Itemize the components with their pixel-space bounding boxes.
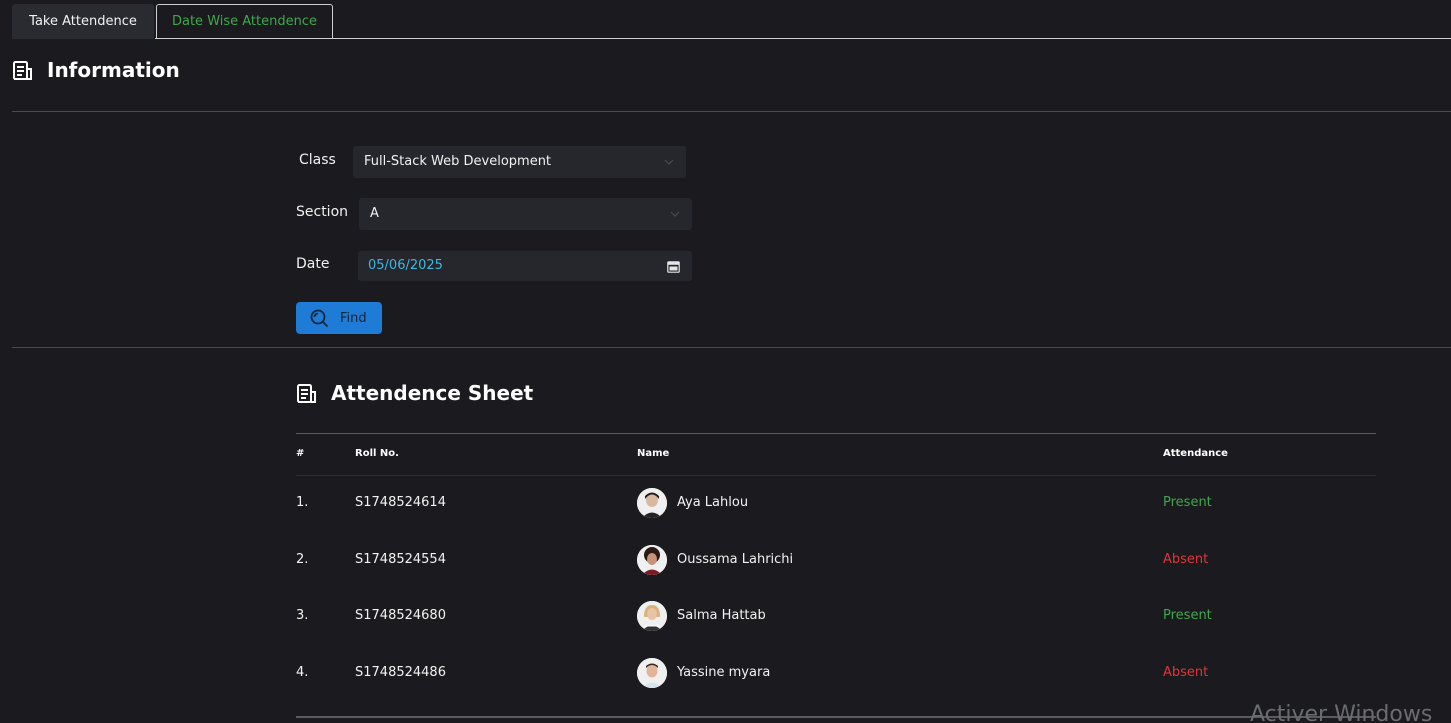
attendance-status: Present [1163, 608, 1212, 623]
attendance-status: Present [1163, 495, 1212, 510]
information-title: Information [47, 58, 180, 82]
column-header-roll: Roll No. [355, 448, 399, 459]
student-name-cell: Oussama Lahrichi [637, 540, 793, 580]
table-top-border [296, 433, 1376, 434]
date-input-value: 05/06/2025 [368, 258, 443, 273]
avatar [637, 488, 667, 518]
student-name: Oussama Lahrichi [677, 552, 794, 567]
windows-activation-watermark: Activer Windows [1250, 702, 1433, 723]
table-row: 1. S1748524614 Aya Lahlou Present [296, 483, 1376, 523]
avatar [637, 545, 667, 575]
attendance-status: Absent [1163, 552, 1209, 567]
find-button-label: Find [340, 310, 367, 326]
student-name-cell: Salma Hattab [637, 596, 766, 636]
row-number: 1. [296, 495, 309, 510]
section-label: Section [296, 204, 349, 220]
row-number: 3. [296, 608, 309, 623]
avatar [637, 601, 667, 631]
row-number: 2. [296, 552, 309, 567]
column-header-number: # [296, 448, 305, 459]
calendar-icon[interactable] [667, 260, 680, 273]
divider [12, 111, 1451, 112]
page: Take Attendence Date Wise Attendence Inf… [0, 0, 1451, 723]
table-row: 2. S1748524554 Oussama Lahrichi Absent [296, 540, 1376, 580]
tab-take-attendance[interactable]: Take Attendence [12, 4, 154, 39]
table-bottom-border [296, 716, 1376, 718]
chevron-down-icon [664, 159, 674, 165]
divider [12, 347, 1451, 348]
student-name-cell: Aya Lahlou [637, 483, 748, 523]
avatar [637, 658, 667, 688]
find-button[interactable]: Find [296, 302, 382, 334]
tabs-divider [155, 38, 1451, 39]
section-select[interactable]: A [359, 198, 692, 230]
student-name: Yassine myara [677, 665, 771, 680]
document-icon [296, 383, 317, 404]
column-header-attendance: Attendance [1163, 448, 1228, 459]
table-row: 3. S1748524680 Salma Hattab Present [296, 596, 1376, 636]
table-row: 4. S1748524486 Yassine myara Absent [296, 653, 1376, 693]
student-name: Salma Hattab [677, 608, 766, 623]
tab-bar: Take Attendence Date Wise Attendence [12, 4, 333, 39]
roll-number: S1748524554 [355, 552, 446, 567]
attendance-status: Absent [1163, 665, 1209, 680]
student-name-cell: Yassine myara [637, 653, 770, 693]
roll-number: S1748524486 [355, 665, 446, 680]
search-icon [310, 309, 329, 327]
row-number: 4. [296, 665, 309, 680]
roll-number: S1748524680 [355, 608, 446, 623]
tab-date-wise-attendance[interactable]: Date Wise Attendence [156, 4, 333, 39]
attendance-sheet-title: Attendence Sheet [331, 381, 534, 405]
section-select-value: A [370, 206, 379, 221]
class-select-value: Full-Stack Web Development [364, 154, 552, 169]
attendance-sheet-header: Attendence Sheet [296, 381, 533, 405]
date-label: Date [296, 256, 330, 272]
class-select[interactable]: Full-Stack Web Development [353, 146, 686, 178]
column-header-name: Name [637, 448, 670, 459]
document-icon [12, 60, 33, 81]
student-name: Aya Lahlou [677, 495, 749, 510]
table-header-divider [296, 475, 1376, 476]
class-label: Class [299, 152, 336, 168]
roll-number: S1748524614 [355, 495, 446, 510]
chevron-down-icon [670, 211, 680, 217]
date-input[interactable]: 05/06/2025 [358, 251, 692, 281]
information-header: Information [12, 58, 180, 82]
